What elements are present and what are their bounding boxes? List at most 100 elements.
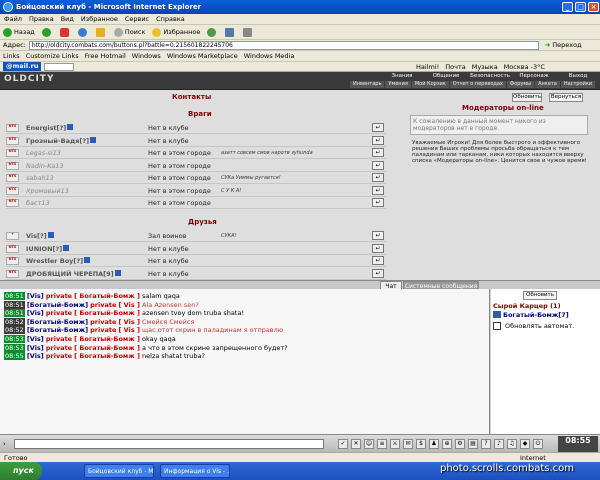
info-icon[interactable] <box>63 244 70 251</box>
chat-time[interactable]: 08:52 <box>4 317 25 326</box>
menu-edit[interactable]: Правка <box>29 15 54 23</box>
refresh-contacts-button[interactable]: Обновить <box>512 93 542 102</box>
go-arrow-icon[interactable]: ➜ <box>545 41 550 49</box>
enter-arrow-icon[interactable]: ↵ <box>372 148 384 157</box>
chat-time[interactable]: 08:51 <box>4 300 25 309</box>
menu-view[interactable]: Вид <box>61 15 74 23</box>
link-marketplace[interactable]: Windows Marketplace <box>167 52 238 60</box>
private-msg-icon[interactable]: ✉ <box>403 439 413 449</box>
contact-nick[interactable]: Nadin-Ka13 <box>26 162 64 170</box>
search-button[interactable]: Поиск <box>113 27 145 37</box>
info-icon[interactable] <box>47 232 54 238</box>
chat-sender[interactable]: [Vis] <box>27 344 44 352</box>
auto-refresh-checkbox[interactable] <box>493 322 501 330</box>
chat-sender[interactable]: [Vis] <box>27 335 44 343</box>
mailru-music[interactable]: Музыка <box>472 63 498 71</box>
subnav-skills[interactable]: Умения <box>385 81 411 88</box>
contact-nick[interactable]: Legas-si13 <box>26 149 61 157</box>
private-icon[interactable] <box>493 311 501 318</box>
mailru-user[interactable]: Hailmi! <box>416 63 439 71</box>
link-customize[interactable]: Customize Links <box>26 52 79 60</box>
link-windows[interactable]: Windows <box>132 52 161 60</box>
home-button[interactable] <box>95 27 107 37</box>
clear-icon[interactable]: ✕ <box>351 439 361 449</box>
map-icon[interactable]: ⊕ <box>442 439 452 449</box>
mailru-weather[interactable]: Москва -3°C <box>504 63 545 71</box>
chat-recipient[interactable]: [ Богатый-Бомж ] <box>74 335 140 343</box>
info-icon[interactable] <box>67 124 74 130</box>
chat-recipient[interactable]: [ Vis ] <box>118 318 139 326</box>
fight-icon[interactable]: ⚔ <box>390 439 400 449</box>
forward-button[interactable] <box>41 27 53 37</box>
chat-sender[interactable]: [Vis] <box>27 309 44 317</box>
stop-button[interactable] <box>59 27 71 37</box>
menu-file[interactable]: Файл <box>4 15 22 23</box>
chat-recipient[interactable]: [ Богатый-Бомж ] <box>74 292 140 300</box>
chat-recipient[interactable]: [ Богатый-Бомж ] <box>74 309 140 317</box>
chat-sender[interactable]: [Vis] <box>27 292 44 300</box>
chat-time[interactable]: 08:53 <box>4 343 25 352</box>
window-titlebar[interactable]: Бойцовский клуб - Microsoft Internet Exp… <box>0 0 600 14</box>
exit-icon[interactable]: ⏻ <box>533 439 543 449</box>
enter-arrow-icon[interactable]: ↵ <box>372 173 384 182</box>
enter-arrow-icon[interactable]: ↵ <box>372 243 384 253</box>
maximize-button[interactable]: □ <box>575 2 586 12</box>
nav-communication[interactable]: Общение <box>424 73 468 79</box>
chat-time[interactable]: 08:52 <box>4 326 25 335</box>
chat-sender[interactable]: [Богатый-Бомж] <box>27 326 88 334</box>
nav-exit[interactable]: Выход <box>556 73 600 79</box>
task-info[interactable]: Информация о Vis - ... <box>160 464 230 478</box>
contact-nick[interactable]: Wrestler Boy[?] <box>26 257 91 265</box>
enter-arrow-icon[interactable]: ↵ <box>372 268 384 278</box>
chat-recipient[interactable]: [ Vis ] <box>118 326 139 334</box>
subnav-forums[interactable]: Форумы <box>506 81 535 88</box>
link-windows-media[interactable]: Windows Media <box>244 52 295 60</box>
filter-icon[interactable]: ≡ <box>377 439 387 449</box>
contact-nick[interactable]: баст13 <box>26 199 50 207</box>
subnav-settings[interactable]: Настройки <box>560 81 596 88</box>
nav-knowledge[interactable]: Знания <box>380 73 424 79</box>
subnav-inventory[interactable]: Инвентарь <box>350 81 385 88</box>
trade-icon[interactable]: $ <box>416 439 426 449</box>
info-icon[interactable] <box>90 136 97 143</box>
favorites-button[interactable]: Избранное <box>152 27 200 37</box>
send-icon[interactable]: ✓ <box>338 439 348 449</box>
chat-sender[interactable]: [Богатый-Бомж] <box>27 318 88 326</box>
smile-icon[interactable]: ☺ <box>364 439 374 449</box>
contact-nick[interactable]: sabah13 <box>26 174 54 182</box>
mail-button[interactable] <box>225 27 236 37</box>
enter-arrow-icon[interactable]: ↵ <box>372 185 384 195</box>
enter-arrow-icon[interactable]: ↵ <box>372 198 384 207</box>
enter-arrow-icon[interactable]: ↵ <box>372 135 384 145</box>
enter-arrow-icon[interactable]: ↵ <box>372 160 384 170</box>
menu-tools[interactable]: Сервис <box>125 15 149 23</box>
contact-nick[interactable]: Грозный-Вадя[?] <box>26 136 97 145</box>
contact-nick[interactable]: Хромовый13 <box>26 187 69 195</box>
chat-time[interactable]: 08:53 <box>4 335 25 343</box>
book-icon[interactable]: ▤ <box>468 439 478 449</box>
back-contacts-button[interactable]: Вернуться <box>549 93 583 102</box>
minimize-button[interactable]: _ <box>562 2 573 12</box>
history-button[interactable] <box>207 27 218 37</box>
chat-recipient[interactable]: [ Vis ] <box>118 301 139 309</box>
help-icon[interactable]: ? <box>481 439 491 449</box>
back-button[interactable]: Назад <box>3 27 35 37</box>
subnav-basket[interactable]: Мой Корзик <box>411 81 449 88</box>
start-button[interactable]: пуск <box>0 462 42 480</box>
settings-icon[interactable]: ⚙ <box>455 439 465 449</box>
sound-icon[interactable]: ♫ <box>507 439 517 449</box>
nav-security[interactable]: Безопасность <box>468 73 512 79</box>
mailru-logo[interactable]: @mail.ru <box>3 62 42 71</box>
enter-arrow-icon[interactable]: ↵ <box>372 256 384 265</box>
mailru-mail[interactable]: Почта <box>445 63 465 71</box>
music-icon[interactable]: ♪ <box>494 439 504 449</box>
enter-arrow-icon[interactable]: ↵ <box>372 231 384 240</box>
close-button[interactable]: × <box>588 2 599 12</box>
enter-arrow-icon[interactable]: ↵ <box>372 123 384 132</box>
chat-input[interactable] <box>14 439 324 449</box>
info-icon[interactable] <box>114 269 121 276</box>
subnav-profile[interactable]: Анкета <box>535 81 560 88</box>
chat-recipient[interactable]: [ Богатый-Бомж ] <box>74 344 140 352</box>
contact-nick[interactable]: Vis[?] <box>26 232 54 240</box>
nav-character[interactable]: Персонаж <box>512 73 556 79</box>
